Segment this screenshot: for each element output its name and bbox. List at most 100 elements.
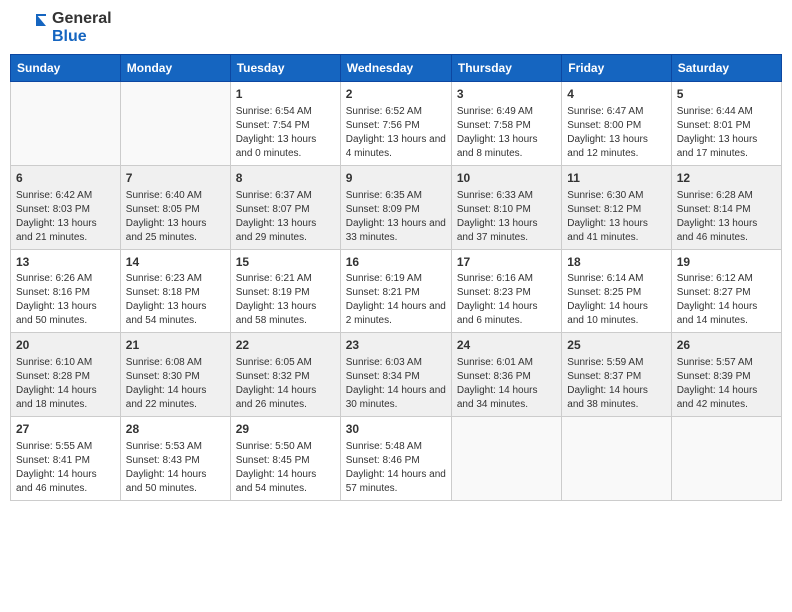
calendar-cell: 14Sunrise: 6:23 AM Sunset: 8:18 PM Dayli…: [120, 249, 230, 333]
calendar-cell: [562, 417, 671, 501]
calendar-cell: [11, 82, 121, 166]
day-info: Sunrise: 6:19 AM Sunset: 8:21 PM Dayligh…: [346, 272, 446, 328]
day-number: 22: [236, 337, 335, 354]
day-info: Sunrise: 6:28 AM Sunset: 8:14 PM Dayligh…: [677, 189, 776, 245]
calendar-cell: 26Sunrise: 5:57 AM Sunset: 8:39 PM Dayli…: [671, 333, 781, 417]
day-info: Sunrise: 6:16 AM Sunset: 8:23 PM Dayligh…: [457, 272, 556, 328]
day-number: 18: [567, 254, 665, 271]
day-number: 26: [677, 337, 776, 354]
logo-container: General Blue: [14, 10, 112, 46]
calendar-cell: 9 Sunrise: 6:35 AM Sunset: 8:09 PM Daylig…: [340, 165, 451, 249]
day-number: 10: [457, 170, 556, 187]
weekday-header-wednesday: Wednesday: [340, 55, 451, 82]
day-info: Sunrise: 6:26 AM Sunset: 8:16 PM Dayligh…: [16, 272, 115, 328]
logo: General Blue: [14, 10, 112, 46]
weekday-header-saturday: Saturday: [671, 55, 781, 82]
day-info: Sunrise: 6:05 AM Sunset: 8:32 PM Dayligh…: [236, 356, 335, 412]
weekday-header-monday: Monday: [120, 55, 230, 82]
calendar-cell: 23 Sunrise: 6:03 AM Sunset: 8:34 PM Dayli…: [340, 333, 451, 417]
day-number: 14: [126, 254, 225, 271]
day-number: 7: [126, 170, 225, 187]
calendar-cell: [120, 82, 230, 166]
day-info: Sunrise: 6:33 AM Sunset: 8:10 PM Dayligh…: [457, 189, 556, 245]
calendar-cell: 3 Sunrise: 6:49 AM Sunset: 7:58 PM Daylig…: [451, 82, 561, 166]
day-number: 1: [236, 86, 335, 103]
day-info: Sunrise: 5:48 AM Sunset: 8:46 PM Dayligh…: [346, 440, 446, 496]
day-number: 16: [346, 254, 446, 271]
calendar-week-row: 1Sunrise: 6:54 AM Sunset: 7:54 PM Daylig…: [11, 82, 782, 166]
calendar-cell: 11 Sunrise: 6:30 AM Sunset: 8:12 PM Dayli…: [562, 165, 671, 249]
day-number: 13: [16, 254, 115, 271]
day-info: Sunrise: 6:44 AM Sunset: 8:01 PM Dayligh…: [677, 105, 776, 161]
day-number: 5: [677, 86, 776, 103]
calendar-cell: 10 Sunrise: 6:33 AM Sunset: 8:10 PM Dayli…: [451, 165, 561, 249]
day-info: Sunrise: 6:12 AM Sunset: 8:27 PM Dayligh…: [677, 272, 776, 328]
calendar-week-row: 6Sunrise: 6:42 AM Sunset: 8:03 PM Daylig…: [11, 165, 782, 249]
calendar-cell: [451, 417, 561, 501]
logo-general-text: General: [52, 10, 112, 28]
calendar-cell: 24 Sunrise: 6:01 AM Sunset: 8:36 PM Dayli…: [451, 333, 561, 417]
calendar-cell: 30 Sunrise: 5:48 AM Sunset: 8:46 PM Dayli…: [340, 417, 451, 501]
day-number: 21: [126, 337, 225, 354]
calendar-cell: 15Sunrise: 6:21 AM Sunset: 8:19 PM Dayli…: [230, 249, 340, 333]
day-info: Sunrise: 6:03 AM Sunset: 8:34 PM Dayligh…: [346, 356, 446, 412]
weekday-header-row: SundayMondayTuesdayWednesdayThursdayFrid…: [11, 55, 782, 82]
day-number: 12: [677, 170, 776, 187]
calendar-header: SundayMondayTuesdayWednesdayThursdayFrid…: [11, 55, 782, 82]
day-number: 15: [236, 254, 335, 271]
day-info: Sunrise: 5:59 AM Sunset: 8:37 PM Dayligh…: [567, 356, 665, 412]
calendar-cell: 19Sunrise: 6:12 AM Sunset: 8:27 PM Dayli…: [671, 249, 781, 333]
day-info: Sunrise: 5:50 AM Sunset: 8:45 PM Dayligh…: [236, 440, 335, 496]
calendar-cell: 13Sunrise: 6:26 AM Sunset: 8:16 PM Dayli…: [11, 249, 121, 333]
day-info: Sunrise: 6:35 AM Sunset: 8:09 PM Dayligh…: [346, 189, 446, 245]
calendar-cell: 12 Sunrise: 6:28 AM Sunset: 8:14 PM Dayli…: [671, 165, 781, 249]
day-info: Sunrise: 6:01 AM Sunset: 8:36 PM Dayligh…: [457, 356, 556, 412]
calendar-cell: 16Sunrise: 6:19 AM Sunset: 8:21 PM Dayli…: [340, 249, 451, 333]
page-header: General Blue: [10, 10, 782, 46]
calendar-table: SundayMondayTuesdayWednesdayThursdayFrid…: [10, 54, 782, 501]
calendar-cell: 6Sunrise: 6:42 AM Sunset: 8:03 PM Daylig…: [11, 165, 121, 249]
calendar-cell: 17Sunrise: 6:16 AM Sunset: 8:23 PM Dayli…: [451, 249, 561, 333]
day-info: Sunrise: 5:55 AM Sunset: 8:41 PM Dayligh…: [16, 440, 115, 496]
day-number: 8: [236, 170, 335, 187]
day-number: 6: [16, 170, 115, 187]
day-number: 3: [457, 86, 556, 103]
day-info: Sunrise: 6:08 AM Sunset: 8:30 PM Dayligh…: [126, 356, 225, 412]
day-number: 30: [346, 421, 446, 438]
calendar-cell: 28 Sunrise: 5:53 AM Sunset: 8:43 PM Dayli…: [120, 417, 230, 501]
day-info: Sunrise: 6:52 AM Sunset: 7:56 PM Dayligh…: [346, 105, 446, 161]
calendar-cell: 1Sunrise: 6:54 AM Sunset: 7:54 PM Daylig…: [230, 82, 340, 166]
day-info: Sunrise: 6:30 AM Sunset: 8:12 PM Dayligh…: [567, 189, 665, 245]
day-number: 9: [346, 170, 446, 187]
calendar-cell: 21 Sunrise: 6:08 AM Sunset: 8:30 PM Dayli…: [120, 333, 230, 417]
day-info: Sunrise: 6:49 AM Sunset: 7:58 PM Dayligh…: [457, 105, 556, 161]
day-number: 11: [567, 170, 665, 187]
day-number: 29: [236, 421, 335, 438]
day-number: 20: [16, 337, 115, 354]
calendar-cell: 7 Sunrise: 6:40 AM Sunset: 8:05 PM Daylig…: [120, 165, 230, 249]
day-number: 27: [16, 421, 115, 438]
day-info: Sunrise: 6:10 AM Sunset: 8:28 PM Dayligh…: [16, 356, 115, 412]
day-number: 23: [346, 337, 446, 354]
calendar-body: 1Sunrise: 6:54 AM Sunset: 7:54 PM Daylig…: [11, 82, 782, 501]
weekday-header-sunday: Sunday: [11, 55, 121, 82]
day-number: 28: [126, 421, 225, 438]
calendar-cell: 22 Sunrise: 6:05 AM Sunset: 8:32 PM Dayli…: [230, 333, 340, 417]
day-number: 24: [457, 337, 556, 354]
day-number: 25: [567, 337, 665, 354]
calendar-week-row: 13Sunrise: 6:26 AM Sunset: 8:16 PM Dayli…: [11, 249, 782, 333]
weekday-header-thursday: Thursday: [451, 55, 561, 82]
weekday-header-tuesday: Tuesday: [230, 55, 340, 82]
calendar-cell: 4 Sunrise: 6:47 AM Sunset: 8:00 PM Daylig…: [562, 82, 671, 166]
calendar-cell: 29 Sunrise: 5:50 AM Sunset: 8:45 PM Dayli…: [230, 417, 340, 501]
day-number: 19: [677, 254, 776, 271]
day-number: 4: [567, 86, 665, 103]
day-info: Sunrise: 6:47 AM Sunset: 8:00 PM Dayligh…: [567, 105, 665, 161]
calendar-cell: 18Sunrise: 6:14 AM Sunset: 8:25 PM Dayli…: [562, 249, 671, 333]
day-number: 2: [346, 86, 446, 103]
calendar-week-row: 27 Sunrise: 5:55 AM Sunset: 8:41 PM Dayli…: [11, 417, 782, 501]
calendar-cell: 8Sunrise: 6:37 AM Sunset: 8:07 PM Daylig…: [230, 165, 340, 249]
day-info: Sunrise: 5:53 AM Sunset: 8:43 PM Dayligh…: [126, 440, 225, 496]
day-info: Sunrise: 6:40 AM Sunset: 8:05 PM Dayligh…: [126, 189, 225, 245]
calendar-week-row: 20 Sunrise: 6:10 AM Sunset: 8:28 PM Dayli…: [11, 333, 782, 417]
